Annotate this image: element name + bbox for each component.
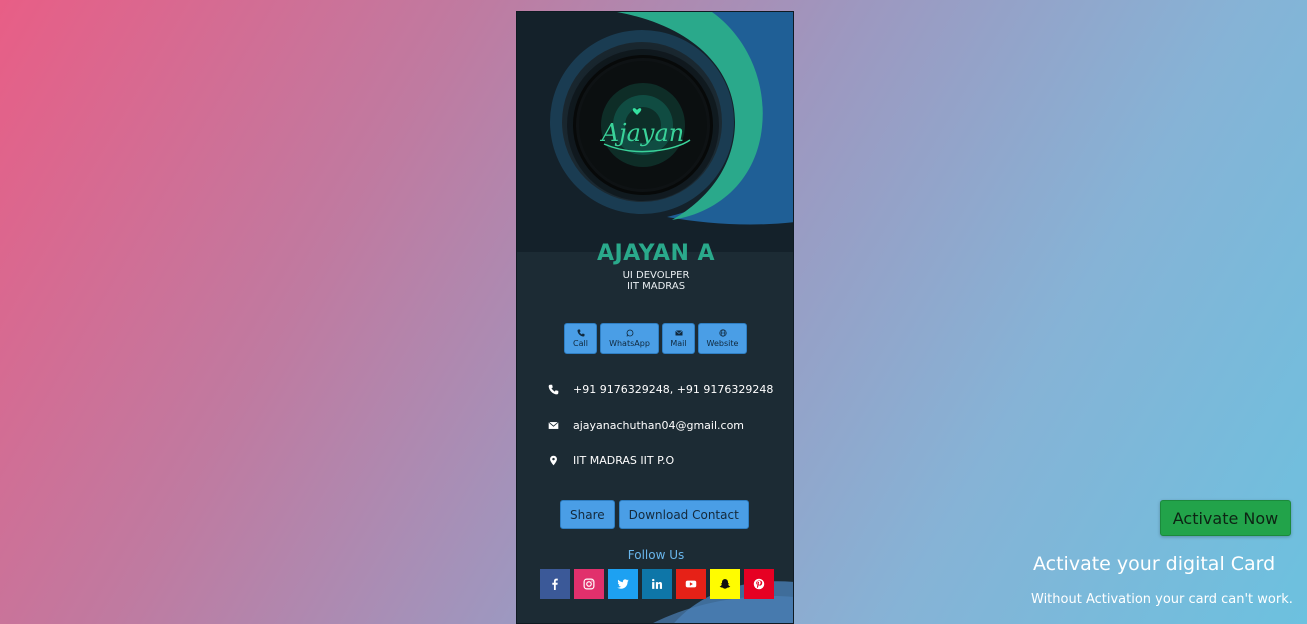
email-address: ajayanachuthan04@gmail.com (573, 419, 745, 432)
social-links (540, 569, 774, 599)
globe-icon (718, 329, 727, 337)
phone-icon (577, 329, 584, 337)
follow-us-label: Follow Us (627, 548, 685, 562)
linkedin-icon (652, 578, 663, 589)
card-actions: Share Download Contact (560, 500, 749, 529)
linkedin-link[interactable] (642, 569, 672, 599)
instagram-link[interactable] (574, 569, 604, 599)
snapchat-icon (719, 579, 731, 589)
facebook-link[interactable] (540, 569, 570, 599)
svg-text:Ajayan: Ajayan (600, 119, 684, 147)
phone-icon (547, 384, 559, 396)
activate-subtitle: Without Activation your card can't work. (1031, 592, 1293, 607)
whatsapp-button[interactable]: WhatsApp (600, 323, 659, 354)
snapchat-link[interactable] (710, 569, 740, 599)
instagram-icon (583, 578, 595, 590)
phone-numbers: +91 9176329248, +91 9176329248 (573, 383, 774, 396)
whatsapp-label: WhatsApp (609, 339, 650, 348)
mail-button[interactable]: Mail (662, 323, 695, 354)
twitter-link[interactable] (608, 569, 638, 599)
map-marker-icon (547, 455, 559, 467)
profile-role: UI DEVOLPER (622, 270, 690, 281)
mail-label: Mail (670, 339, 687, 348)
youtube-icon (685, 580, 697, 588)
address: IIT MADRAS IIT P.O (573, 454, 675, 467)
download-contact-button[interactable]: Download Contact (618, 500, 749, 529)
twitter-icon (617, 579, 629, 589)
website-label: Website (706, 339, 739, 348)
call-button[interactable]: Call (564, 323, 597, 354)
email-row[interactable]: ajayanachuthan04@gmail.com (547, 419, 744, 432)
avatar: Ajayan (573, 55, 713, 195)
activate-now-button[interactable]: Activate Now (1160, 500, 1291, 536)
website-button[interactable]: Website (698, 323, 747, 354)
quick-actions: Call WhatsApp Mail Website (564, 323, 747, 354)
pinterest-link[interactable] (744, 569, 774, 599)
envelope-icon (674, 330, 683, 336)
envelope-icon (547, 420, 559, 432)
profile-organization: IIT MADRAS (626, 281, 686, 292)
whatsapp-icon (626, 329, 633, 337)
share-button[interactable]: Share (560, 500, 615, 529)
address-row[interactable]: IIT MADRAS IIT P.O (547, 454, 674, 467)
pinterest-icon (753, 578, 765, 590)
profile-name: AJAYAN A (596, 241, 716, 266)
youtube-link[interactable] (676, 569, 706, 599)
facebook-icon (552, 578, 558, 590)
digital-business-card: Ajayan AJAYAN A UI DEVOLPER IIT MADRAS C… (516, 11, 794, 624)
phone-row[interactable]: +91 9176329248, +91 9176329248 (547, 383, 773, 396)
call-label: Call (573, 339, 588, 348)
activate-title: Activate your digital Card (1033, 553, 1276, 575)
avatar-logo: Ajayan (579, 61, 707, 189)
